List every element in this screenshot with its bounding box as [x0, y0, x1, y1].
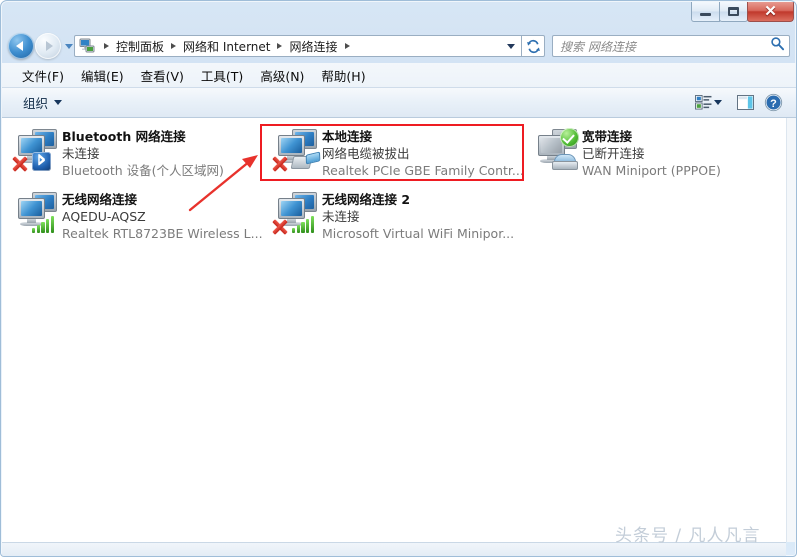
- chevron-down-icon: [54, 100, 63, 105]
- signal-bars-icon: [32, 215, 55, 233]
- connection-name: 无线网络连接: [62, 192, 138, 207]
- history-dropdown-icon[interactable]: [65, 43, 73, 49]
- menu-help[interactable]: 帮助(H): [313, 63, 374, 88]
- menu-file[interactable]: 文件(F): [14, 63, 73, 88]
- connection-text: 宽带连接已断开连接 WAN Miniport (PPPOE): [582, 127, 786, 179]
- view-caret-icon[interactable]: [714, 100, 722, 105]
- toolbar-right-group: ?: [690, 92, 786, 114]
- refresh-button[interactable]: [522, 35, 545, 57]
- network-connections-icon: [79, 38, 95, 54]
- connection-status: 网络电缆被拔出: [322, 146, 410, 161]
- forward-arrow-icon: [46, 41, 53, 51]
- menu-edit[interactable]: 编辑(E): [73, 63, 133, 88]
- minimize-button[interactable]: [691, 2, 720, 22]
- connections-list-pane[interactable]: Bluetooth 网络连接 未连接 Bluetooth 设备(个人区域网) 本地连接…: [2, 118, 786, 542]
- connection-device: WAN Miniport (PPPOE): [582, 163, 721, 178]
- connection-item[interactable]: 无线网络连接 AQEDU-AQSZ Realtek RTL8723BE Wirele…: [10, 190, 268, 247]
- navigation-buttons: [8, 33, 73, 59]
- preview-pane-icon: [736, 95, 754, 110]
- network-connections-window: ✕ 控制面板 网络和 Internet 网络连接 搜索 网络连接 文件(F) 编…: [0, 0, 797, 557]
- organize-button[interactable]: 组织: [16, 90, 69, 115]
- search-box[interactable]: 搜索 网络连接: [552, 35, 790, 57]
- menu-tools[interactable]: 工具(T): [193, 63, 252, 88]
- close-button[interactable]: ✕: [747, 2, 794, 22]
- toolbar: 组织 ?: [2, 88, 796, 118]
- minimize-icon: [700, 12, 711, 16]
- window-controls: ✕: [691, 2, 794, 24]
- connection-text: 本地连接网络电缆被拔出 Realtek PCIe GBE Family Contr…: [322, 127, 528, 179]
- connection-name: 本地连接: [322, 129, 373, 144]
- organize-label: 组织: [23, 96, 49, 111]
- connection-device: Bluetooth 设备(个人区域网): [62, 163, 224, 178]
- menu-advanced[interactable]: 高级(N): [252, 63, 313, 88]
- connection-icon: [10, 128, 62, 178]
- connection-status: AQEDU-AQSZ: [62, 209, 146, 224]
- red-x-icon: [270, 154, 289, 173]
- connection-text: Bluetooth 网络连接 未连接 Bluetooth 设备(个人区域网): [62, 127, 268, 179]
- connection-item[interactable]: Bluetooth 网络连接 未连接 Bluetooth 设备(个人区域网): [10, 127, 268, 184]
- breadcrumb-control-panel[interactable]: 控制面板: [115, 38, 165, 55]
- connection-status: 未连接: [62, 146, 100, 161]
- connection-icon: [530, 128, 582, 178]
- maximize-icon: [728, 7, 739, 16]
- red-x-icon: [270, 217, 289, 236]
- bluetooth-icon: [32, 152, 51, 171]
- chevron-down-icon[interactable]: [507, 43, 515, 49]
- help-button[interactable]: ?: [760, 92, 786, 114]
- breadcrumb-separator: [344, 43, 350, 49]
- status-bar: [2, 542, 786, 556]
- connection-item[interactable]: 宽带连接已断开连接 WAN Miniport (PPPOE): [530, 127, 786, 184]
- red-x-icon: [10, 154, 29, 173]
- connection-device: Realtek RTL8723BE Wireless L...: [62, 226, 263, 241]
- connection-text: 无线网络连接 AQEDU-AQSZ Realtek RTL8723BE Wirele…: [62, 190, 268, 242]
- close-icon: ✕: [764, 3, 777, 20]
- svg-text:?: ?: [770, 98, 777, 110]
- title-bar[interactable]: ✕: [1, 1, 796, 30]
- breadcrumb-network-connections[interactable]: 网络连接: [288, 38, 338, 55]
- connection-device: Microsoft Virtual WiFi Minipor...: [322, 226, 515, 241]
- connection-icon: [270, 191, 322, 241]
- preview-pane-button[interactable]: [732, 92, 758, 114]
- breadcrumb-separator: [171, 43, 177, 49]
- maximize-button[interactable]: [719, 2, 748, 22]
- connection-name: 宽带连接: [582, 129, 633, 144]
- connection-text: 无线网络连接 2 未连接 Microsoft Virtual WiFi Minipo…: [322, 190, 528, 242]
- connection-icon: [10, 191, 62, 241]
- search-input[interactable]: 搜索 网络连接: [560, 38, 636, 55]
- connection-device: Realtek PCIe GBE Family Contr...: [322, 163, 524, 178]
- vertical-scrollbar[interactable]: [786, 118, 796, 542]
- signal-bars-icon: [292, 215, 315, 233]
- help-icon: ?: [764, 93, 782, 112]
- search-icon[interactable]: [770, 36, 785, 56]
- view-list-icon: [694, 95, 711, 110]
- breadcrumb-separator: [277, 43, 283, 49]
- refresh-icon: [526, 39, 540, 53]
- breadcrumb-network-internet[interactable]: 网络和 Internet: [182, 38, 271, 55]
- connection-item[interactable]: 无线网络连接 2 未连接 Microsoft Virtual WiFi Minipo…: [270, 190, 528, 247]
- view-list-button[interactable]: [690, 92, 716, 114]
- address-bar[interactable]: 控制面板 网络和 Internet 网络连接: [74, 35, 522, 57]
- address-bar-row: 控制面板 网络和 Internet 网络连接 搜索 网络连接: [1, 30, 796, 63]
- breadcrumb-separator: [104, 43, 109, 49]
- menu-view[interactable]: 查看(V): [133, 63, 193, 88]
- connection-name: 无线网络连接 2: [322, 192, 411, 207]
- connection-name: Bluetooth 网络连接: [62, 129, 186, 144]
- connections-grid: Bluetooth 网络连接 未连接 Bluetooth 设备(个人区域网) 本地连接…: [2, 118, 786, 241]
- green-check-icon: [560, 128, 579, 147]
- forward-button[interactable]: [35, 33, 61, 59]
- back-arrow-icon: [16, 41, 23, 51]
- back-button[interactable]: [8, 33, 34, 59]
- connection-icon: [270, 128, 322, 178]
- connection-status: 未连接: [322, 209, 360, 224]
- connection-status: 已断开连接: [582, 146, 645, 161]
- wan-modem-icon: [552, 154, 578, 170]
- screenshot-root: ✕ 控制面板 网络和 Internet 网络连接 搜索 网络连接 文件(F) 编…: [0, 0, 797, 557]
- menu-bar: 文件(F) 编辑(E) 查看(V) 工具(T) 高级(N) 帮助(H): [2, 63, 796, 88]
- ethernet-plug-icon: [290, 151, 321, 169]
- connection-item[interactable]: 本地连接网络电缆被拔出 Realtek PCIe GBE Family Contr…: [270, 127, 528, 184]
